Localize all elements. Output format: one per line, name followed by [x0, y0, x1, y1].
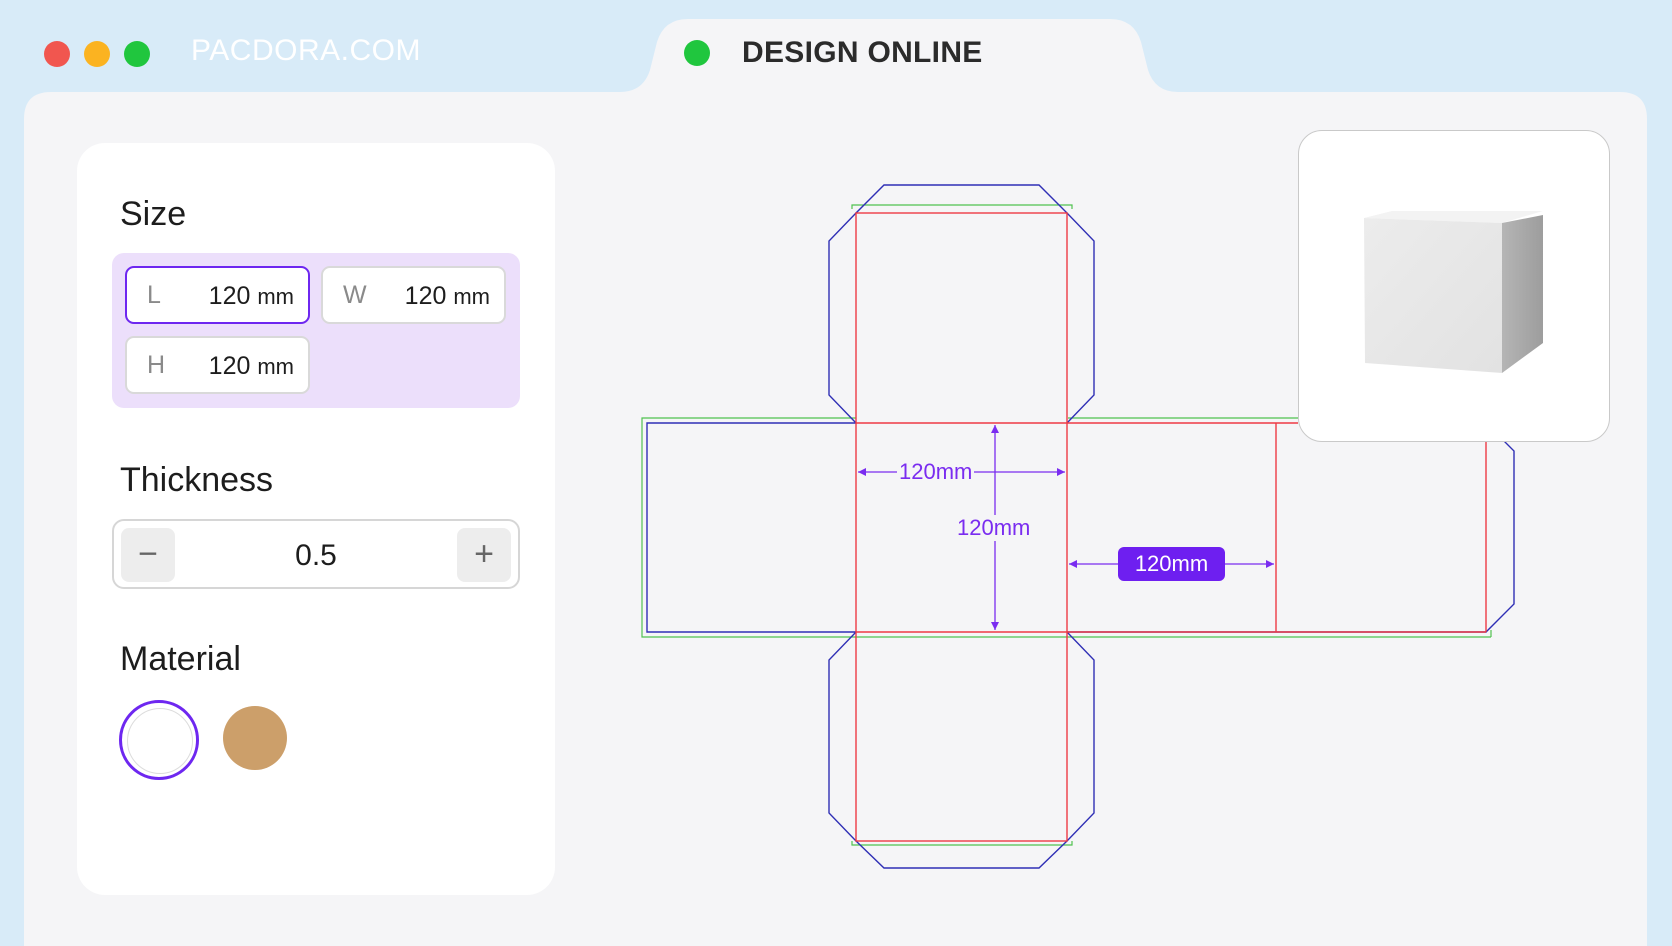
3d-preview-card[interactable]: [1298, 130, 1610, 442]
dimension-arrows: [858, 425, 1274, 630]
side-dimension-badge[interactable]: 120mm: [1118, 547, 1225, 581]
box-3d-preview: [1364, 211, 1543, 373]
width-dimension-label: 120mm: [897, 459, 975, 485]
height-dimension-label: 120mm: [955, 515, 1033, 541]
app-stage: PACDORA.COM DESIGN ONLINE Size L 120 mm …: [0, 0, 1672, 946]
